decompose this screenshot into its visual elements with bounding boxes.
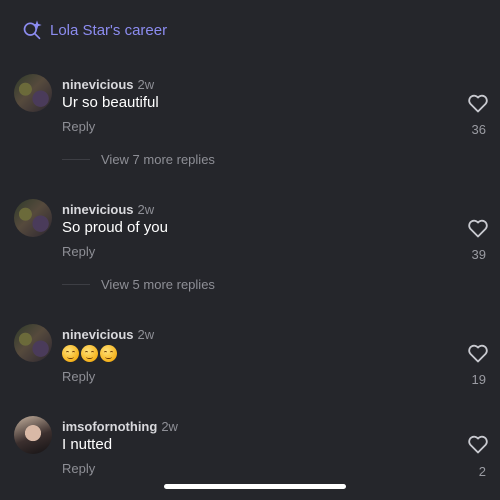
avatar[interactable] — [14, 416, 52, 454]
like-count: 39 — [471, 247, 486, 262]
heart-icon[interactable] — [466, 216, 490, 240]
smiling-face-emoji — [100, 344, 117, 362]
like-count: 36 — [471, 122, 486, 137]
comment-emojis — [62, 344, 119, 362]
comment-time: 2w — [161, 419, 178, 434]
smiling-face-emoji — [62, 344, 79, 362]
reply-button[interactable]: Reply — [62, 369, 95, 384]
view-more-replies-button[interactable]: View 7 more replies — [101, 152, 215, 167]
reply-button[interactable]: Reply — [62, 461, 95, 476]
comment-text: Ur so beautiful — [62, 94, 159, 111]
like-count: 2 — [478, 464, 486, 479]
reply-button[interactable]: Reply — [62, 119, 95, 134]
search-suggestion-label: Lola Star's career — [50, 21, 168, 39]
reply-button[interactable]: Reply — [62, 244, 95, 259]
comment-text: So proud of you — [62, 219, 168, 236]
avatar[interactable] — [14, 324, 52, 362]
comment-username[interactable]: ninevicious — [62, 202, 134, 217]
home-indicator[interactable] — [164, 484, 346, 489]
avatar[interactable] — [14, 74, 52, 112]
comment-time: 2w — [137, 327, 155, 342]
comment-header: ninevicious 2w — [62, 76, 154, 94]
heart-icon[interactable] — [466, 432, 490, 456]
comment-username[interactable]: ninevicious — [62, 77, 134, 92]
comment-username[interactable]: ninevicious — [62, 327, 134, 342]
comment-header: ninevicious 2w — [62, 326, 154, 344]
smiling-face-emoji — [81, 344, 98, 362]
comment-time: 2w — [137, 202, 155, 217]
avatar[interactable] — [14, 199, 52, 237]
view-more-replies-button[interactable]: View 5 more replies — [101, 277, 215, 292]
divider — [62, 284, 90, 285]
like-count: 19 — [471, 372, 486, 387]
comment-header: imsofornothing 2w — [62, 418, 178, 436]
comment-text: I nutted — [62, 436, 113, 453]
search-suggestion-link[interactable]: Lola Star's career — [22, 20, 167, 40]
heart-icon[interactable] — [466, 341, 490, 365]
search-sparkle-icon — [23, 20, 42, 40]
comment-username[interactable]: imsofornothing — [62, 419, 157, 434]
comment-header: ninevicious 2w — [62, 201, 154, 219]
comment-time: 2w — [137, 77, 155, 92]
heart-icon[interactable] — [466, 91, 490, 115]
divider — [62, 159, 90, 160]
